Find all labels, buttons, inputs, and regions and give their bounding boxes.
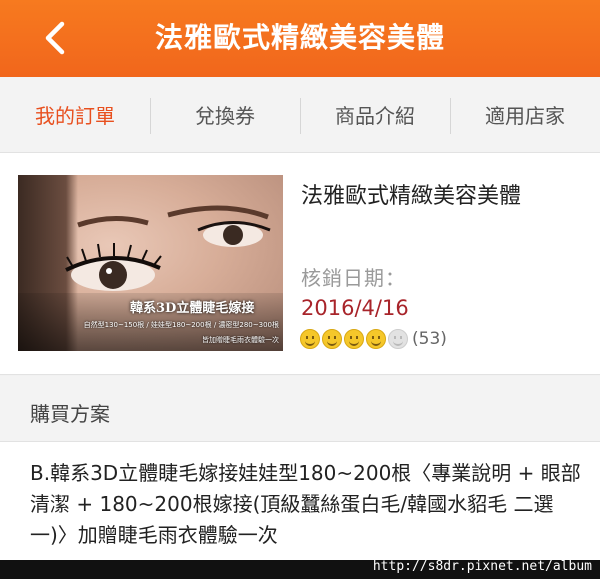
expire-date: 2016/4/16 — [301, 296, 409, 320]
tab-stores[interactable]: 適用店家 — [450, 77, 600, 152]
thumbnail-brand: 韓系3D立體睫毛嫁接 — [130, 301, 255, 316]
page-title: 法雅歐式精緻美容美體 — [154, 21, 445, 54]
store-name[interactable]: 法雅歐式精緻美容美體 — [301, 178, 521, 210]
plan-description: B.韓系3D立體睫毛嫁接娃娃型180~200根〈專業說明 + 眼部清潔 + 18… — [30, 461, 581, 547]
rating-count: (53) — [412, 329, 447, 349]
smiley-icon — [300, 329, 320, 349]
app-header: 法雅歐式精緻美容美體 — [0, 0, 600, 77]
smiley-icon — [366, 329, 386, 349]
plan-header-label: 購買方案 — [30, 402, 110, 426]
thumbnail-line: 皆加贈睫毛雨衣體驗一次 — [202, 336, 279, 344]
plan-section: B.韓系3D立體睫毛嫁接娃娃型180~200根〈專業說明 + 眼部清潔 + 18… — [0, 442, 600, 560]
thumbnail-line: 自然型130~150根 / 娃娃型180~200根 / 濃密型280~300根 — [83, 321, 279, 329]
tab-product-info[interactable]: 商品介紹 — [300, 77, 450, 152]
tab-bar: 我的訂單 兌換券 商品介紹 適用店家 — [0, 77, 600, 153]
tab-my-orders[interactable]: 我的訂單 — [0, 77, 150, 152]
product-thumbnail[interactable]: 韓系3D立體睫毛嫁接 自然型130~150根 / 娃娃型180~200根 / 濃… — [18, 175, 283, 351]
smiley-icon — [344, 329, 364, 349]
smiley-icon — [322, 329, 342, 349]
tab-vouchers[interactable]: 兌換券 — [150, 77, 300, 152]
rating[interactable]: (53) — [300, 328, 447, 350]
expire-label: 核銷日期： — [301, 266, 406, 290]
watermark: http://s8dr.pixnet.net/album — [372, 559, 592, 574]
smiley-icon — [388, 329, 408, 349]
plan-section-header: 購買方案 — [0, 376, 600, 442]
